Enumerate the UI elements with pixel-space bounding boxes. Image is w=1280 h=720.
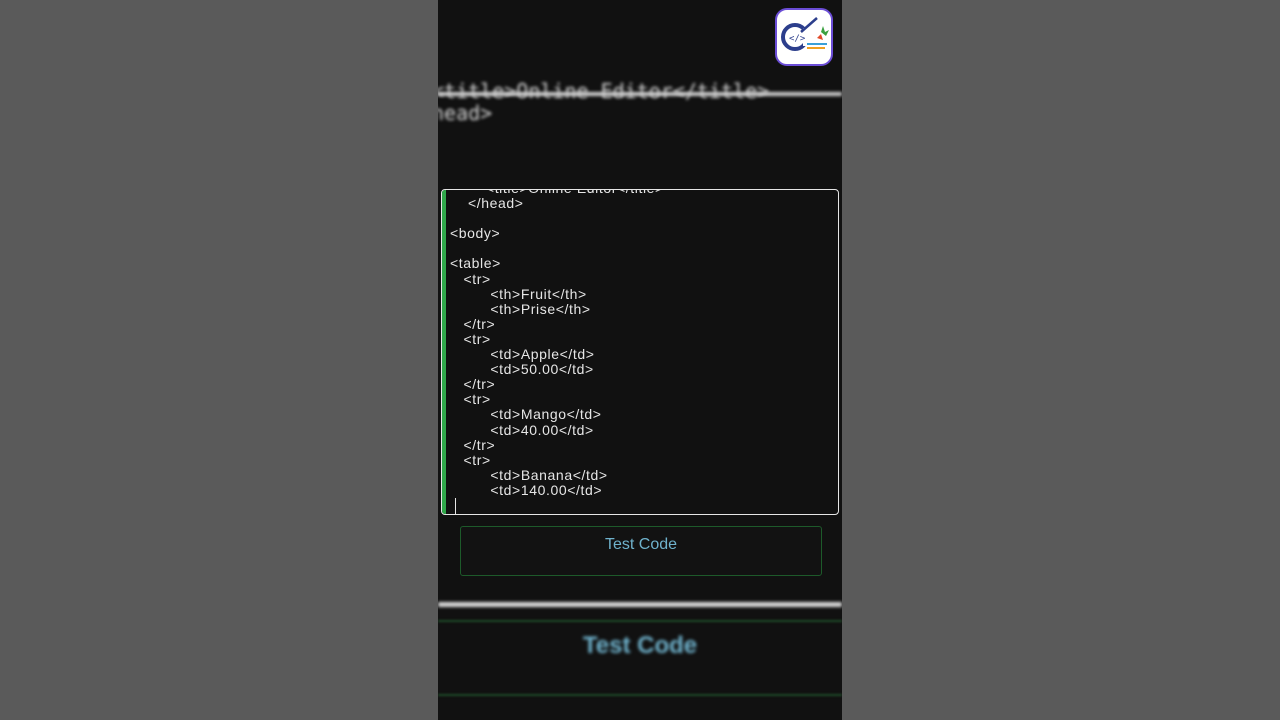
code-line: <td>Apple</td> [450,346,595,363]
blurred-test-code-label: Test Code [582,632,698,659]
code-line: <tr> [450,330,491,347]
blurred-divider-bottom [438,602,842,607]
blurred-button-top-border [438,620,842,622]
code-line: <td>50.00</td> [450,361,594,378]
code-line: <tr> [450,270,491,287]
code-text[interactable]: <title>Online Editor</title> </head><bod… [450,190,664,498]
left-backdrop [0,0,438,720]
code-line: <td>140.00</td> [450,481,603,498]
code-line: <td>Banana</td> [450,466,608,483]
code-line: <tr> [450,391,491,408]
code-line: <body> [450,225,501,242]
blurred-code-text: <title>Online Editor</title> head> [438,80,769,124]
blurred-button-bottom-border [438,694,842,696]
code-line: <th>Fruit</th> [450,285,587,302]
code-line: </tr> [450,436,496,453]
code-brand-logo-icon: </> [775,8,833,66]
blurred-code-line-2: head> [438,101,493,125]
right-backdrop [842,0,1280,720]
text-caret [455,498,456,514]
code-line: </head> [450,195,524,212]
code-line: <table> [450,255,501,272]
svg-text:</>: </> [789,34,806,44]
code-line: <th>Prise</th> [450,300,591,317]
code-line: <td>Mango</td> [450,406,602,423]
code-line: </tr> [450,376,496,393]
blurred-code-line-1: <title>Online Editor</title> [438,79,770,103]
test-code-button[interactable]: Test Code [460,526,822,576]
code-line: </tr> [450,315,496,332]
editor-focus-gutter [442,190,446,514]
code-line: <td>40.00</td> [450,421,594,438]
code-line: <tr> [450,451,491,468]
blurred-divider [438,92,842,96]
phone-screen: <title>Online Editor</title> head> </> <… [438,0,842,720]
code-editor[interactable]: <title>Online Editor</title> </head><bod… [441,189,839,515]
blurred-button-echo: Test Code [438,598,842,720]
